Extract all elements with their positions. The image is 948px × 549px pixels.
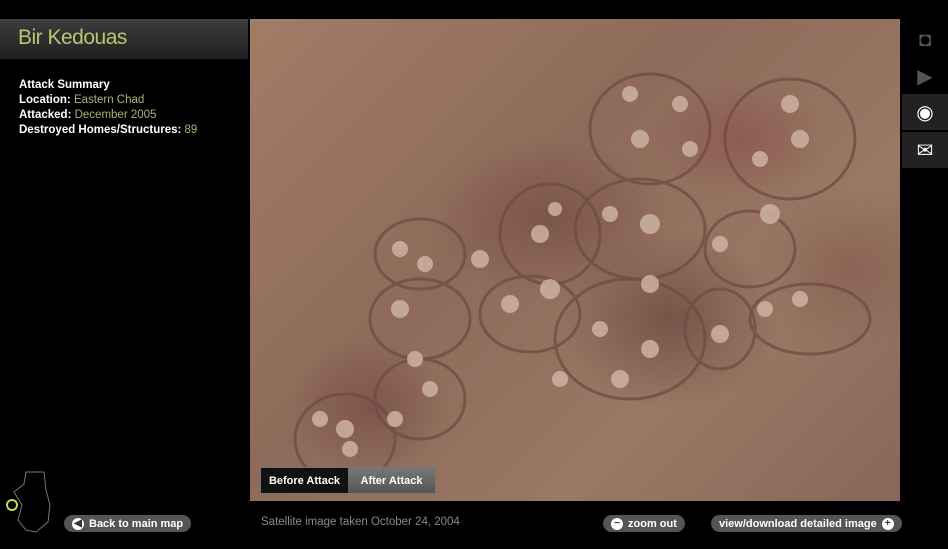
village-overlay xyxy=(293,72,872,486)
location-marker-icon xyxy=(6,499,18,511)
destroyed-label: Destroyed Homes/Structures: xyxy=(19,124,182,136)
destroyed-row: Destroyed Homes/Structures: 89 xyxy=(19,123,197,138)
attacked-value: December 2005 xyxy=(74,109,157,121)
back-label: Back to main map xyxy=(89,517,184,530)
attacked-row: Attacked: December 2005 xyxy=(19,108,197,123)
zoom-out-label: zoom out xyxy=(628,517,677,530)
chad-locator-map[interactable] xyxy=(4,470,54,536)
back-to-main-map-button[interactable]: ◀ Back to main map xyxy=(64,515,192,532)
location-row: Location: Eastern Chad xyxy=(19,93,197,108)
envelope-icon[interactable]: ✉ xyxy=(902,132,948,168)
plus-icon: + xyxy=(881,517,894,530)
zoom-out-button[interactable]: − zoom out xyxy=(603,515,685,532)
side-icon-bar: ◘ ▶ ◉ ✉ xyxy=(902,22,948,168)
title-bar: Bir Kedouas xyxy=(0,19,248,59)
destroyed-value: 89 xyxy=(184,124,198,136)
before-attack-tab[interactable]: Before Attack xyxy=(261,468,348,493)
image-caption: Satellite image taken October 24, 2004 xyxy=(261,516,460,528)
back-arrow-icon: ◀ xyxy=(72,517,84,530)
download-label: view/download detailed image xyxy=(719,517,877,530)
eye-icon[interactable]: ◉ xyxy=(902,94,948,130)
satellite-image[interactable] xyxy=(250,19,900,501)
video-camera-icon[interactable]: ▶ xyxy=(902,58,948,94)
location-label: Location: xyxy=(19,94,71,106)
attacked-label: Attacked: xyxy=(19,109,72,121)
page-title: Bir Kedouas xyxy=(18,26,127,49)
location-value: Eastern Chad xyxy=(73,94,145,106)
before-after-toggle: Before Attack After Attack xyxy=(260,467,436,494)
after-attack-tab[interactable]: After Attack xyxy=(348,468,435,493)
summary-heading: Attack Summary xyxy=(19,79,110,91)
minus-icon: − xyxy=(611,517,623,530)
attack-summary: Attack Summary Location: Eastern Chad At… xyxy=(19,78,197,138)
camera-icon[interactable]: ◘ xyxy=(902,22,948,58)
download-image-button[interactable]: view/download detailed image + xyxy=(711,515,902,532)
